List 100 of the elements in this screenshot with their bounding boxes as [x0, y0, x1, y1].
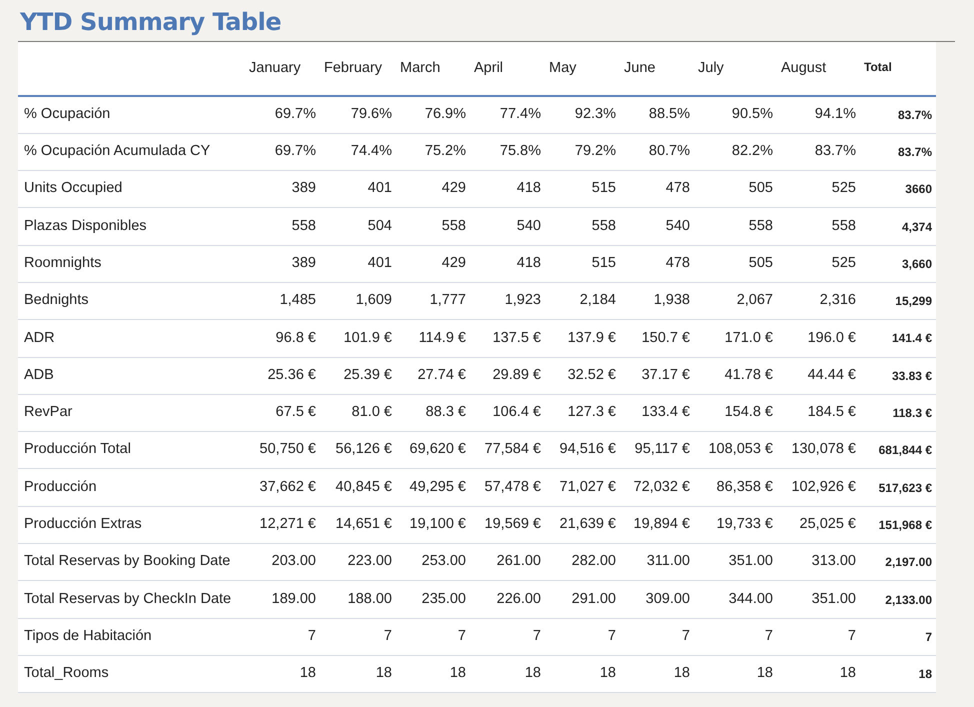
table-cell: 261.00	[470, 544, 545, 581]
column-header: June	[620, 42, 694, 96]
table-cell: 14,651 €	[320, 506, 396, 544]
table-cell: 2,067	[694, 282, 777, 320]
table-cell: 7	[320, 618, 396, 656]
row-label: Total Reservas by CheckIn Date	[18, 580, 245, 618]
table-cell: 196.0 €	[777, 320, 860, 358]
table-cell: 525	[777, 170, 860, 208]
table-cell: 82.2%	[694, 133, 777, 171]
total-cell: 7	[860, 618, 936, 656]
row-label: Total Reservas by Booking Date	[18, 544, 245, 581]
table-cell: 389	[245, 245, 320, 282]
total-cell: 3660	[860, 170, 936, 208]
table-cell: 114.9 €	[396, 320, 470, 358]
table-cell: 558	[777, 208, 860, 246]
total-cell: 118.3 €	[860, 394, 936, 432]
table-cell: 505	[694, 245, 777, 282]
total-cell: 33.83 €	[860, 357, 936, 394]
table-cell: 49,295 €	[396, 468, 470, 506]
table-cell: 429	[396, 170, 470, 208]
table-cell: 86,358 €	[694, 468, 777, 506]
table-cell: 7	[620, 618, 694, 656]
table-cell: 558	[245, 208, 320, 246]
table-cell: 67.5 €	[245, 394, 320, 432]
table-cell: 2,316	[777, 282, 860, 320]
table-cell: 75.8%	[470, 133, 545, 171]
table-cell: 429	[396, 245, 470, 282]
table-cell: 75.2%	[396, 133, 470, 171]
table-cell: 7	[545, 618, 620, 656]
column-header: August	[777, 42, 860, 96]
total-cell: 517,623 €	[860, 468, 936, 506]
table-cell: 154.8 €	[694, 394, 777, 432]
table-cell: 171.0 €	[694, 320, 777, 358]
total-cell: 2,197.00	[860, 544, 936, 581]
row-label: ADR	[18, 320, 245, 358]
table-cell: 106.4 €	[470, 394, 545, 432]
table-cell: 19,733 €	[694, 506, 777, 544]
table-cell: 558	[396, 208, 470, 246]
table-cell: 56,126 €	[320, 432, 396, 469]
table-cell: 127.3 €	[545, 394, 620, 432]
table-cell: 69.7%	[245, 96, 320, 134]
table-cell: 515	[545, 245, 620, 282]
table-cell: 69.7%	[245, 133, 320, 171]
table-cell: 130,078 €	[777, 432, 860, 469]
table-cell: 540	[470, 208, 545, 246]
table-cell: 71,027 €	[545, 468, 620, 506]
table-cell: 50,750 €	[245, 432, 320, 469]
table-cell: 1,609	[320, 282, 396, 320]
table-cell: 25.36 €	[245, 357, 320, 394]
row-label: ADB	[18, 357, 245, 394]
table-cell: 80.7%	[620, 133, 694, 171]
table-cell: 72,032 €	[620, 468, 694, 506]
row-label: Bednights	[18, 282, 245, 320]
table-cell: 57,478 €	[470, 468, 545, 506]
table-cell: 18	[545, 655, 620, 693]
column-header: May	[545, 42, 620, 96]
row-label: RevPar	[18, 394, 245, 432]
table-cell: 189.00	[245, 580, 320, 618]
table-cell: 79.2%	[545, 133, 620, 171]
table-cell: 12,271 €	[245, 506, 320, 544]
table-cell: 90.5%	[694, 96, 777, 134]
table-cell: 344.00	[694, 580, 777, 618]
table-cell: 18	[470, 655, 545, 693]
table-cell: 184.5 €	[777, 394, 860, 432]
table-cell: 504	[320, 208, 396, 246]
table-cell: 88.3 €	[396, 394, 470, 432]
column-header: January	[245, 42, 320, 96]
table-cell: 137.5 €	[470, 320, 545, 358]
table-cell: 203.00	[245, 544, 320, 581]
total-cell: 4,374	[860, 208, 936, 246]
column-header: April	[470, 42, 545, 96]
table-cell: 223.00	[320, 544, 396, 581]
table-cell: 94.1%	[777, 96, 860, 134]
table-cell: 515	[545, 170, 620, 208]
row-label: Roomnights	[18, 245, 245, 282]
row-label: Producción Total	[18, 432, 245, 469]
table-cell: 7	[694, 618, 777, 656]
table-cell: 77.4%	[470, 96, 545, 134]
table-cell: 18	[320, 655, 396, 693]
table-cell: 478	[620, 245, 694, 282]
table-cell: 92.3%	[545, 96, 620, 134]
table-cell: 253.00	[396, 544, 470, 581]
table-cell: 37.17 €	[620, 357, 694, 394]
row-label: % Ocupación	[18, 96, 245, 134]
row-label: Producción	[18, 468, 245, 506]
table-cell: 235.00	[396, 580, 470, 618]
total-cell: 83.7%	[860, 96, 936, 134]
table-cell: 44.44 €	[777, 357, 860, 394]
table-cell: 2,184	[545, 282, 620, 320]
table-cell: 1,777	[396, 282, 470, 320]
table-cell: 102,926 €	[777, 468, 860, 506]
table-cell: 76.9%	[396, 96, 470, 134]
table-cell: 29.89 €	[470, 357, 545, 394]
table-cell: 81.0 €	[320, 394, 396, 432]
table-cell: 69,620 €	[396, 432, 470, 469]
column-header: February	[320, 42, 396, 96]
table-cell: 505	[694, 170, 777, 208]
table-cell: 137.9 €	[545, 320, 620, 358]
table-cell: 1,485	[245, 282, 320, 320]
table-cell: 401	[320, 245, 396, 282]
